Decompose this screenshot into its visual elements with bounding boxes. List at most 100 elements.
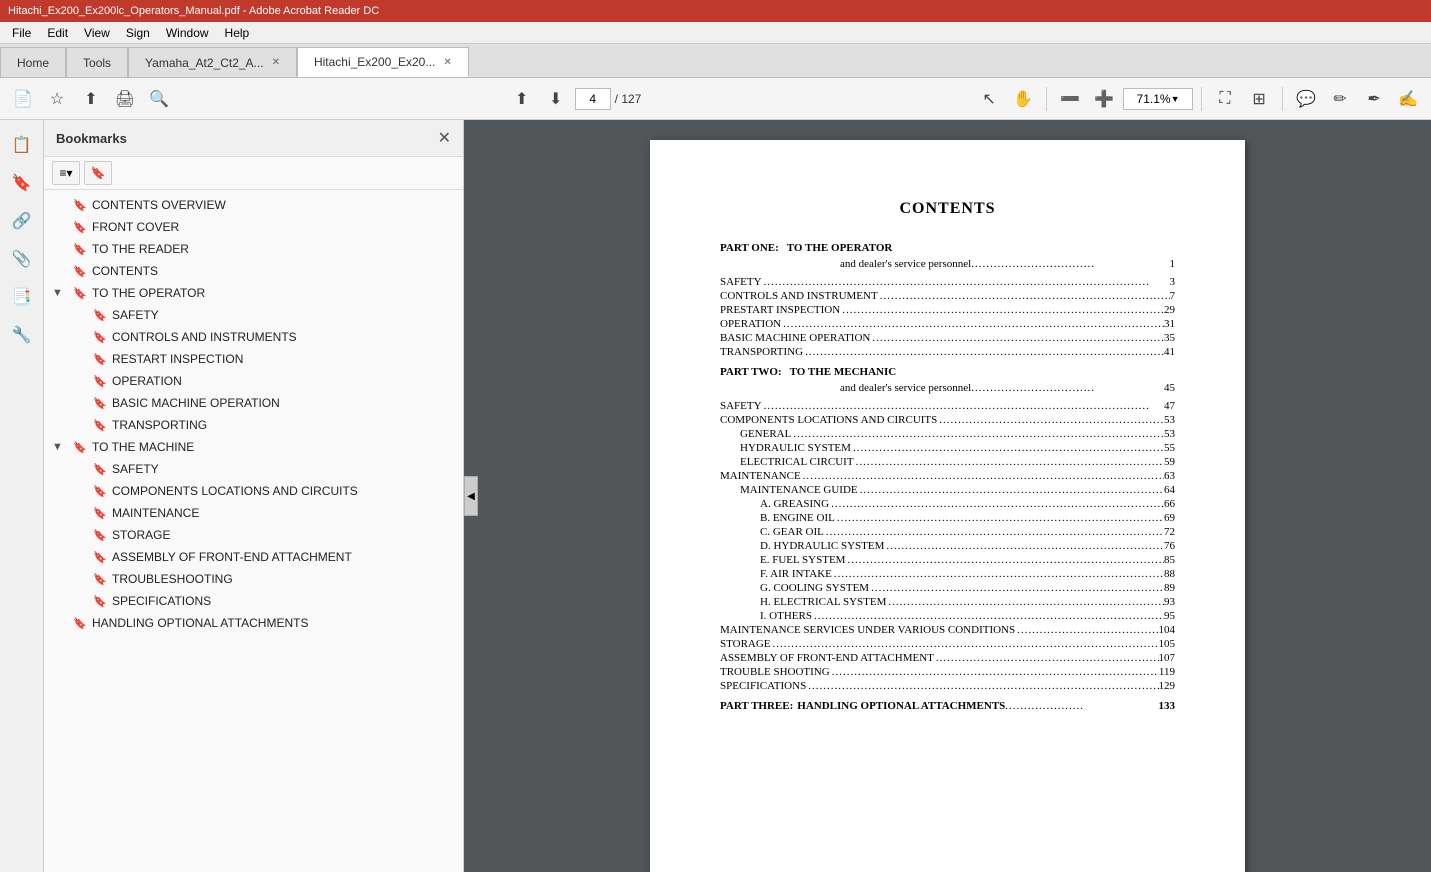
draw-button[interactable]: ✒: [1359, 84, 1389, 114]
toc-entry-page: 53: [1164, 414, 1175, 426]
zoom-display[interactable]: 71.1% ▼: [1123, 88, 1193, 110]
toc-entry: STORAGE ................................…: [720, 638, 1175, 650]
bookmark-maintenance[interactable]: 🔖 MAINTENANCE: [44, 502, 463, 524]
find-button[interactable]: 🔍: [144, 84, 174, 114]
bookmark-components[interactable]: 🔖 COMPONENTS LOCATIONS AND CIRCUITS: [44, 480, 463, 502]
hand-tool[interactable]: ✋: [1008, 84, 1038, 114]
toc-entry-dots: ........................................…: [832, 568, 1164, 580]
toc-entry-label: STORAGE: [720, 638, 771, 650]
bookmark-restart[interactable]: 🔖 RESTART INSPECTION: [44, 348, 463, 370]
sidebar-add-bookmark-button[interactable]: 🔖: [84, 161, 112, 185]
bookmark-to-the-operator[interactable]: ▼ 🔖 TO THE OPERATOR: [44, 282, 463, 304]
toc-entry-page: 63: [1164, 470, 1175, 482]
view-options-button[interactable]: ⊞: [1244, 84, 1274, 114]
bookmark-operation[interactable]: 🔖 OPERATION: [44, 370, 463, 392]
share-button[interactable]: ⬆: [76, 84, 106, 114]
bookmark-safety-1[interactable]: 🔖 SAFETY: [44, 304, 463, 326]
bookmark-icon-10: 🔖: [92, 397, 108, 410]
menu-window[interactable]: Window: [158, 24, 217, 42]
left-pages-icon[interactable]: 📑: [5, 280, 39, 314]
toc-entry-label: SAFETY: [720, 276, 762, 288]
bookmark-assembly[interactable]: 🔖 ASSEMBLY OF FRONT-END ATTACHMENT: [44, 546, 463, 568]
bm-toggle-operator[interactable]: ▼: [52, 287, 68, 299]
sidebar-collapse-button[interactable]: ◀: [464, 476, 478, 516]
bookmark-to-the-reader[interactable]: 🔖 TO THE READER: [44, 238, 463, 260]
bookmark-controls[interactable]: 🔖 CONTROLS AND INSTRUMENTS: [44, 326, 463, 348]
zoom-in-button[interactable]: ➕: [1089, 84, 1119, 114]
bookmark-button[interactable]: ☆: [42, 84, 72, 114]
toc-entry: D. HYDRAULIC SYSTEM ....................…: [720, 540, 1175, 552]
bookmark-specifications[interactable]: 🔖 SPECIFICATIONS: [44, 590, 463, 612]
bm-label-13: SAFETY: [112, 462, 455, 476]
toc-entry-label: C. GEAR OIL: [760, 526, 824, 538]
print-button[interactable]: 🖨: [110, 84, 140, 114]
menu-sign[interactable]: Sign: [118, 24, 158, 42]
zoom-out-button[interactable]: ➖: [1055, 84, 1085, 114]
sidebar-menu-button[interactable]: ≡▾: [52, 161, 80, 185]
toc-entry-dots: ........................................…: [762, 400, 1164, 412]
bookmark-contents[interactable]: 🔖 CONTENTS: [44, 260, 463, 282]
toc-entry-dots: ........................................…: [854, 456, 1164, 468]
toc-entry-page: 3: [1170, 276, 1176, 288]
highlight-button[interactable]: ✏: [1325, 84, 1355, 114]
bookmark-handling-optional[interactable]: 🔖 HANDLING OPTIONAL ATTACHMENTS: [44, 612, 463, 634]
sign-button[interactable]: ✍: [1393, 84, 1423, 114]
left-layers-icon[interactable]: 🔗: [5, 204, 39, 238]
tab-yamaha[interactable]: Yamaha_At2_Ct2_A... ✕: [128, 47, 297, 77]
bm-label-4: CONTENTS: [92, 264, 455, 278]
page-input[interactable]: [575, 88, 611, 110]
part-three-title: HANDLING OPTIONAL ATTACHMENTS: [797, 700, 1005, 712]
comment-button[interactable]: 💬: [1291, 84, 1321, 114]
left-new-icon[interactable]: 📋: [5, 128, 39, 162]
bookmark-transporting[interactable]: 🔖 TRANSPORTING: [44, 414, 463, 436]
tab-tools[interactable]: Tools: [66, 47, 128, 77]
bookmark-icon-18: 🔖: [92, 573, 108, 586]
tab-hitachi-close[interactable]: ✕: [443, 57, 451, 68]
toc-entry-label: ASSEMBLY OF FRONT-END ATTACHMENT: [720, 652, 934, 664]
bookmark-front-cover[interactable]: 🔖 FRONT COVER: [44, 216, 463, 238]
left-bookmark-icon[interactable]: 🔖: [5, 166, 39, 200]
menu-file[interactable]: File: [4, 24, 39, 42]
bookmark-basic-machine[interactable]: 🔖 BASIC MACHINE OPERATION: [44, 392, 463, 414]
left-tool-icon[interactable]: 🔧: [5, 318, 39, 352]
toc-entry-page: 76: [1164, 540, 1175, 552]
bookmark-troubleshooting[interactable]: 🔖 TROUBLESHOOTING: [44, 568, 463, 590]
tab-hitachi-label: Hitachi_Ex200_Ex20...: [314, 55, 435, 69]
toc-entry-page: 85: [1164, 554, 1175, 566]
sidebar-close-button[interactable]: ✕: [438, 128, 451, 148]
menu-help[interactable]: Help: [217, 24, 258, 42]
toc-entry: MAINTENANCE ............................…: [720, 470, 1175, 482]
toc-entry-page: 59: [1164, 456, 1175, 468]
bookmark-icon-19: 🔖: [92, 595, 108, 608]
menu-view[interactable]: View: [76, 24, 118, 42]
bookmark-safety-2[interactable]: 🔖 SAFETY: [44, 458, 463, 480]
fit-page-button[interactable]: ⛶: [1210, 84, 1240, 114]
tab-home[interactable]: Home: [0, 47, 66, 77]
toc-entry-page: 88: [1164, 568, 1175, 580]
tab-home-label: Home: [17, 56, 49, 70]
toc-entry: C. GEAR OIL ............................…: [720, 526, 1175, 538]
tab-hitachi[interactable]: Hitachi_Ex200_Ex20... ✕: [297, 47, 469, 77]
pdf-page: CONTENTS PART ONE: TO THE OPERATOR and d…: [650, 140, 1245, 872]
next-page-button[interactable]: ⬇: [541, 84, 571, 114]
left-attachment-icon[interactable]: 📎: [5, 242, 39, 276]
toc-entry-label: COMPONENTS LOCATIONS AND CIRCUITS: [720, 414, 937, 426]
toc-entry-dots: ........................................…: [886, 596, 1164, 608]
toc-entry-page: 53: [1164, 428, 1175, 440]
part-three-dots: .....................: [1005, 700, 1158, 712]
tab-yamaha-close[interactable]: ✕: [272, 57, 280, 68]
menu-edit[interactable]: Edit: [39, 24, 76, 42]
bookmark-contents-overview[interactable]: 🔖 CONTENTS OVERVIEW: [44, 194, 463, 216]
cursor-tool[interactable]: ↖: [974, 84, 1004, 114]
prev-page-button[interactable]: ⬆: [507, 84, 537, 114]
zoom-dropdown-icon[interactable]: ▼: [1171, 94, 1180, 104]
toc-entry-dots: ........................................…: [878, 290, 1170, 302]
bookmark-to-the-machine[interactable]: ▼ 🔖 TO THE MACHINE: [44, 436, 463, 458]
toolbar-sep1: [1046, 87, 1047, 111]
new-button[interactable]: 📄: [8, 84, 38, 114]
toc-entry: B. ENGINE OIL ..........................…: [720, 512, 1175, 524]
bm-label-16: STORAGE: [112, 528, 455, 542]
bookmark-storage[interactable]: 🔖 STORAGE: [44, 524, 463, 546]
toc-entry-page: 93: [1164, 596, 1175, 608]
bm-toggle-machine[interactable]: ▼: [52, 441, 68, 453]
